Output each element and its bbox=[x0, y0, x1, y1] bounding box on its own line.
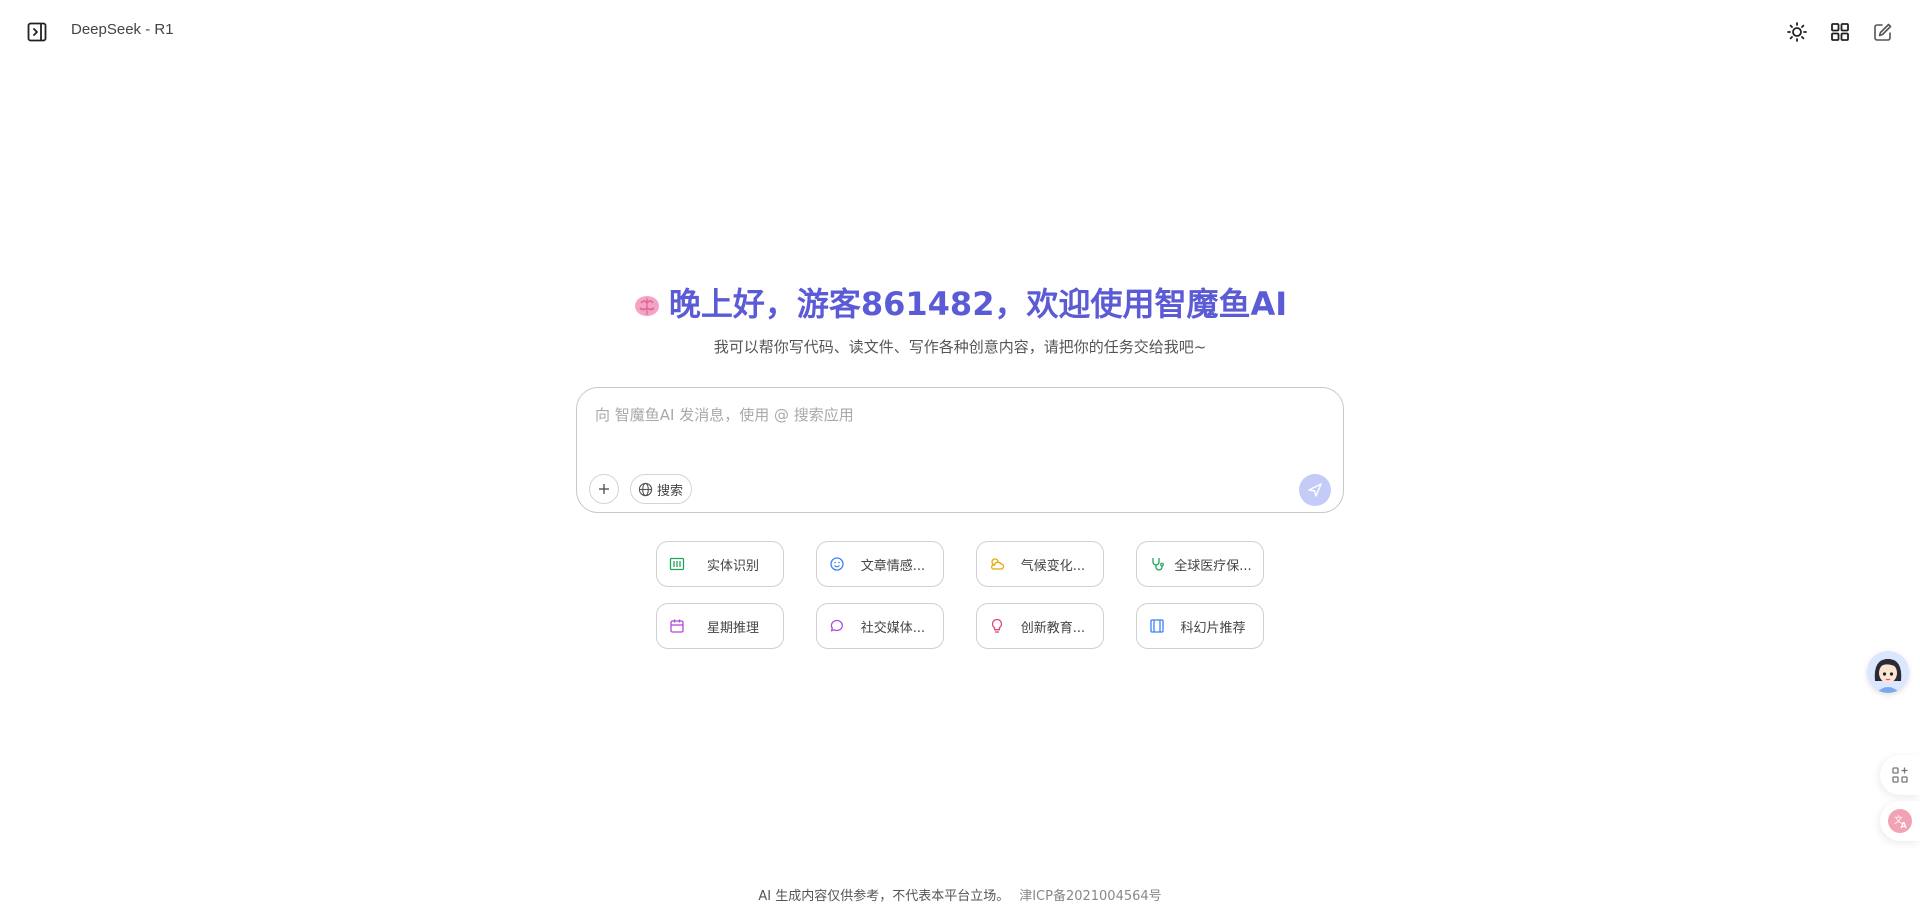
web-search-toggle[interactable]: 搜索 bbox=[630, 474, 693, 504]
globe-icon bbox=[638, 482, 653, 496]
search-label: 搜索 bbox=[657, 483, 684, 499]
suggestion-label: 实体识别 bbox=[706, 558, 759, 574]
icp-link[interactable]: 津ICP备2021004564号 bbox=[1019, 889, 1161, 904]
suggestion-chip[interactable]: 社交媒体... bbox=[816, 603, 944, 649]
film-icon bbox=[1150, 619, 1164, 633]
avatar-girl-icon bbox=[1867, 651, 1909, 693]
barcode-icon bbox=[669, 557, 685, 571]
model-name[interactable]: DeepSeek - R1 bbox=[71, 21, 174, 38]
suggestion-label: 科幻片推荐 bbox=[1180, 620, 1246, 636]
top-bar: DeepSeek - R1 bbox=[0, 0, 1920, 64]
suggestion-label: 社交媒体... bbox=[860, 620, 926, 636]
send-button[interactable] bbox=[1299, 474, 1331, 506]
welcome-subtitle: 我可以帮你写代码、读文件、写作各种创意内容，请把你的任务交给我吧~ bbox=[713, 338, 1207, 356]
footer: AI 生成内容仅供参考，不代表本平台立场。 津ICP备2021004564号 bbox=[0, 885, 1920, 904]
greeting-heading: 晚上好，游客861482，欢迎使用智魔鱼AI bbox=[0, 282, 1920, 326]
smile-icon bbox=[830, 557, 844, 571]
suggestion-label: 气候变化... bbox=[1020, 558, 1086, 574]
suggestion-chip[interactable]: 星期推理 bbox=[656, 603, 784, 649]
apps-grid-icon[interactable] bbox=[1829, 21, 1851, 43]
suggestion-chip[interactable]: 创新教育... bbox=[976, 603, 1104, 649]
brain-icon bbox=[634, 296, 659, 316]
plus-icon bbox=[599, 484, 609, 494]
suggestion-chip[interactable]: 气候变化... bbox=[976, 541, 1104, 587]
svg-text:A: A bbox=[1901, 821, 1908, 830]
sun-icon[interactable] bbox=[1786, 21, 1808, 43]
suggestion-chip[interactable]: 全球医疗保... bbox=[1136, 541, 1264, 587]
message-input[interactable] bbox=[593, 402, 1313, 450]
suggestion-label: 全球医疗保... bbox=[1174, 558, 1252, 574]
chat-composer: 搜索 bbox=[576, 387, 1344, 513]
chat-bubble-icon bbox=[830, 619, 843, 632]
sidebar-toggle-icon[interactable] bbox=[27, 22, 47, 42]
suggestion-label: 文章情感... bbox=[860, 558, 926, 574]
send-icon bbox=[1308, 483, 1322, 497]
side-apps-button[interactable] bbox=[1880, 755, 1920, 795]
suggestion-label: 创新教育... bbox=[1020, 620, 1086, 636]
suggestion-chip[interactable]: 文章情感... bbox=[816, 541, 944, 587]
attach-button[interactable] bbox=[589, 474, 619, 504]
translate-icon: 文 A bbox=[1888, 809, 1912, 833]
suggestion-label: 星期推理 bbox=[706, 620, 759, 636]
suggestion-chip[interactable]: 科幻片推荐 bbox=[1136, 603, 1264, 649]
apps-add-icon bbox=[1892, 767, 1908, 783]
cloud-sun-icon bbox=[990, 558, 1005, 570]
new-chat-icon[interactable] bbox=[1872, 21, 1894, 43]
stethoscope-icon bbox=[1152, 558, 1164, 571]
assistant-avatar[interactable] bbox=[1867, 651, 1909, 693]
side-translate-button[interactable]: 文 A bbox=[1880, 801, 1920, 841]
ai-disclaimer: AI 生成内容仅供参考，不代表本平台立场。 bbox=[758, 889, 1010, 904]
suggestion-chip[interactable]: 实体识别 bbox=[656, 541, 784, 587]
calendar-icon bbox=[670, 619, 684, 633]
lightbulb-icon bbox=[991, 618, 1003, 633]
greeting-text: 晚上好，游客861482，欢迎使用智魔鱼AI bbox=[668, 285, 1288, 323]
